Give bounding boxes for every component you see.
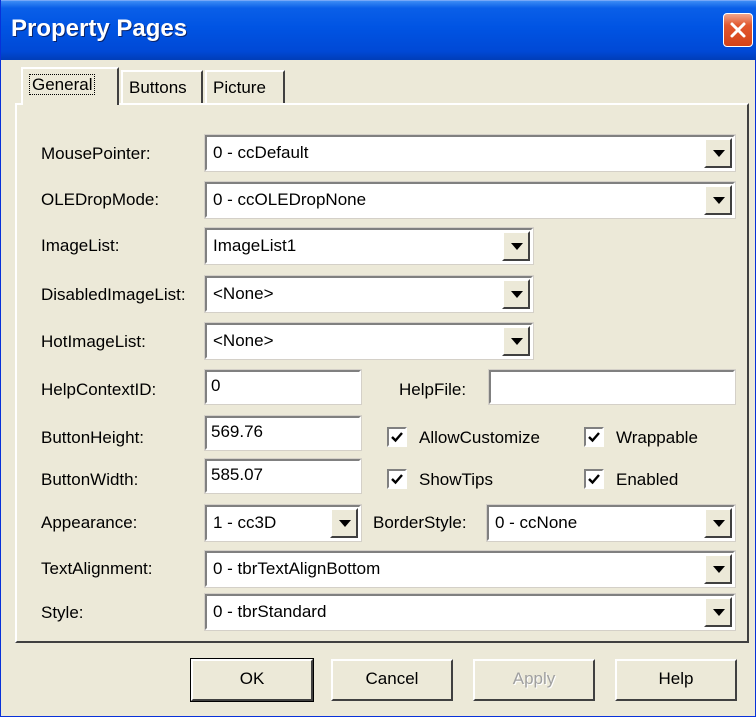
button-width-label: ButtonWidth:: [41, 470, 139, 489]
image-list-value: ImageList1: [213, 236, 297, 255]
wrappable-label[interactable]: Wrappable: [616, 428, 698, 448]
ole-drop-mode-combo[interactable]: 0 - ccOLEDropNone: [204, 181, 736, 219]
image-list-combo[interactable]: ImageList1: [204, 227, 534, 265]
button-width-field[interactable]: 585.07: [204, 458, 362, 494]
property-pages-dialog: Property Pages General Buttons Picture M…: [0, 0, 756, 717]
chevron-down-icon: [713, 566, 725, 573]
border-style-combo[interactable]: 0 - ccNone: [486, 504, 736, 542]
text-alignment-value: 0 - tbrTextAlignBottom: [213, 559, 381, 578]
disabled-image-list-label: DisabledImageList:: [41, 285, 186, 304]
chevron-down-icon: [511, 243, 523, 250]
text-alignment-combo[interactable]: 0 - tbrTextAlignBottom: [204, 550, 736, 588]
ole-drop-mode-label: OLEDropMode:: [41, 190, 160, 209]
show-tips-checkbox[interactable]: [387, 469, 407, 489]
style-dropdown-button[interactable]: [704, 597, 732, 627]
mouse-pointer-value: 0 - ccDefault: [213, 143, 309, 162]
mouse-pointer-label: MousePointer:: [41, 144, 151, 163]
help-context-id-field[interactable]: 0: [204, 369, 362, 405]
button-height-field[interactable]: 569.76: [204, 415, 362, 451]
allow-customize-label[interactable]: AllowCustomize: [419, 428, 540, 448]
mouse-pointer-combo[interactable]: 0 - ccDefault: [204, 134, 736, 172]
ok-button-label: OK: [239, 669, 265, 688]
text-alignment-dropdown-button[interactable]: [704, 554, 732, 584]
image-list-dropdown-button[interactable]: [502, 231, 530, 261]
apply-button[interactable]: Apply: [473, 659, 595, 701]
border-style-dropdown-button[interactable]: [704, 508, 732, 538]
disabled-image-list-combo[interactable]: <None>: [204, 275, 534, 313]
allow-customize-checkbox[interactable]: [387, 427, 407, 447]
show-tips-label[interactable]: ShowTips: [419, 470, 493, 490]
mouse-pointer-dropdown-button[interactable]: [704, 138, 732, 168]
checkmark-icon: [588, 474, 600, 485]
help-context-id-value: 0: [211, 376, 221, 395]
chevron-down-icon: [713, 150, 725, 157]
chevron-down-icon: [713, 197, 725, 204]
checkmark-icon: [391, 474, 403, 485]
disabled-image-list-value: <None>: [213, 284, 274, 303]
image-list-label: ImageList:: [41, 236, 120, 255]
disabled-image-list-dropdown-button[interactable]: [502, 279, 530, 309]
appearance-dropdown-button[interactable]: [330, 508, 358, 538]
apply-button-label: Apply: [512, 669, 556, 688]
border-style-label: BorderStyle:: [373, 513, 467, 532]
enabled-checkbox[interactable]: [584, 469, 604, 489]
ole-drop-mode-dropdown-button[interactable]: [704, 185, 732, 215]
help-context-id-label: HelpContextID:: [41, 380, 157, 399]
hot-image-list-combo[interactable]: <None>: [204, 322, 534, 360]
hot-image-list-value: <None>: [213, 331, 274, 350]
chevron-down-icon: [511, 338, 523, 345]
checkmark-icon: [391, 432, 403, 443]
button-width-value: 585.07: [211, 465, 263, 484]
hot-image-list-label: HotImageList:: [41, 332, 146, 351]
appearance-label: Appearance:: [41, 513, 138, 532]
help-button-label: Help: [658, 669, 694, 688]
chevron-down-icon: [339, 520, 351, 527]
wrappable-checkbox[interactable]: [584, 427, 604, 447]
appearance-value: 1 - cc3D: [213, 513, 277, 532]
style-combo[interactable]: 0 - tbrStandard: [204, 593, 736, 631]
help-button[interactable]: Help: [615, 659, 737, 701]
chevron-down-icon: [713, 520, 725, 527]
general-tab-content: MousePointer: 0 - ccDefault OLEDropMode:…: [1, 0, 756, 717]
enabled-label[interactable]: Enabled: [616, 470, 678, 490]
cancel-button[interactable]: Cancel: [331, 659, 453, 701]
help-file-label: HelpFile:: [399, 380, 467, 399]
chevron-down-icon: [713, 609, 725, 616]
chevron-down-icon: [511, 291, 523, 298]
style-value: 0 - tbrStandard: [213, 602, 327, 621]
checkmark-icon: [588, 432, 600, 443]
help-file-field[interactable]: [488, 369, 736, 405]
button-height-value: 569.76: [211, 422, 263, 441]
button-height-label: ButtonHeight:: [41, 428, 145, 447]
style-label: Style:: [41, 603, 84, 622]
appearance-combo[interactable]: 1 - cc3D: [204, 504, 362, 542]
text-alignment-label: TextAlignment:: [41, 559, 153, 578]
border-style-value: 0 - ccNone: [495, 513, 578, 532]
cancel-button-label: Cancel: [365, 669, 419, 688]
ok-button[interactable]: OK: [190, 658, 314, 702]
hot-image-list-dropdown-button[interactable]: [502, 326, 530, 356]
ole-drop-mode-value: 0 - ccOLEDropNone: [213, 190, 367, 209]
